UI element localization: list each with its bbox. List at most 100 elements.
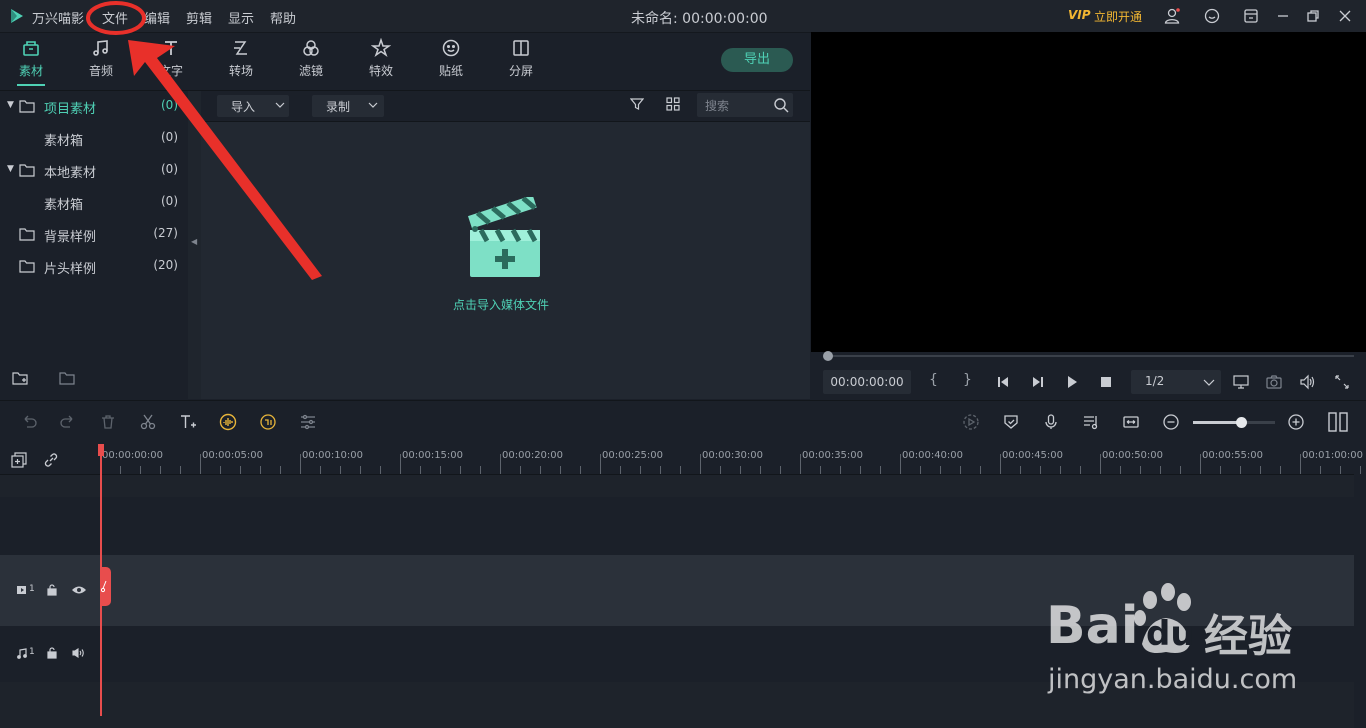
volume-icon[interactable] [1299, 374, 1315, 390]
account-icon[interactable] [1163, 7, 1181, 25]
render-preview-icon[interactable] [962, 413, 980, 431]
prev-frame-icon[interactable] [996, 375, 1010, 389]
import-media-hint[interactable]: 点击导入媒体文件 [453, 296, 549, 313]
snapshot-camera-icon[interactable] [1266, 374, 1282, 390]
add-track-icon[interactable] [11, 452, 27, 468]
tab-sticker[interactable]: 贴纸 [423, 33, 479, 89]
collapse-arrow-icon[interactable]: ◀ [191, 237, 197, 246]
speed-icon[interactable] [259, 413, 277, 431]
filter-funnel-icon[interactable] [630, 97, 644, 111]
expand-arrow-icon[interactable]: ▼ [7, 100, 14, 110]
tab-effects[interactable]: 特效 [353, 33, 409, 89]
tab-text[interactable]: 文字 [143, 33, 199, 89]
panel-collapse-handle[interactable]: ◀ [188, 91, 201, 399]
chevron-down-icon [1203, 373, 1215, 391]
zoom-slider[interactable] [1193, 417, 1275, 428]
search-input[interactable]: 搜索 [697, 93, 793, 117]
expand-arrow-icon[interactable]: ▼ [7, 164, 14, 174]
quality-select[interactable]: 1/2 [1131, 370, 1221, 394]
vip-open-link[interactable]: 立即开通 [1094, 8, 1142, 25]
close-icon[interactable] [1336, 7, 1354, 25]
menu-clip[interactable]: 剪辑 [186, 8, 212, 27]
ruler-tick [1220, 466, 1221, 474]
ruler-tick [1140, 466, 1141, 474]
playhead-handle[interactable] [98, 444, 104, 456]
empty-track-area [0, 682, 1354, 728]
tree-item-project-media[interactable]: ▼ 项目素材 (0) [0, 91, 188, 123]
delete-icon[interactable] [99, 413, 117, 431]
ruler-tick-label: 00:00:35:00 [802, 450, 864, 461]
fit-timeline-icon[interactable] [1122, 413, 1140, 431]
fullscreen-icon[interactable] [1334, 374, 1350, 390]
record-dropdown[interactable]: 录制 [312, 95, 384, 117]
mark-in-button[interactable]: { [929, 372, 938, 388]
audio-mixer-icon[interactable] [1082, 413, 1100, 431]
grid-view-icon[interactable] [666, 97, 680, 111]
split-marker[interactable] [100, 567, 111, 606]
menu-file[interactable]: 文件 [102, 8, 128, 27]
tree-item-bin[interactable]: 素材箱 (0) [0, 187, 188, 219]
new-folder-icon[interactable] [12, 371, 29, 386]
redo-icon[interactable] [59, 413, 77, 431]
export-button[interactable]: 导出 [721, 48, 793, 72]
zoom-slider-handle[interactable] [1236, 417, 1247, 428]
audio-wave-icon[interactable] [219, 413, 237, 431]
zoom-out-icon[interactable] [1162, 413, 1180, 431]
menu-help[interactable]: 帮助 [270, 8, 296, 27]
timecode-display: 00:00:00:00 [823, 370, 911, 394]
display-settings-icon[interactable] [1233, 374, 1249, 390]
undo-icon[interactable] [20, 413, 38, 431]
minimize-icon[interactable] [1274, 7, 1292, 25]
speaker-icon[interactable] [72, 648, 86, 658]
link-icon[interactable] [43, 452, 59, 468]
title-bar: 万兴喵影 文件 编辑 剪辑 显示 帮助 未命名: 00:00:00:00 VIP… [0, 0, 1366, 33]
tree-item-bin[interactable]: 素材箱 (0) [0, 123, 188, 155]
add-text-icon[interactable] [179, 413, 197, 431]
play-icon[interactable] [1065, 375, 1079, 389]
tab-split-screen[interactable]: 分屏 [493, 33, 549, 89]
folder-icon[interactable] [59, 371, 76, 386]
marker-shield-icon[interactable] [1002, 413, 1020, 431]
microphone-icon[interactable] [1042, 413, 1060, 431]
tab-audio[interactable]: 音频 [73, 33, 129, 89]
ruler-tick [720, 466, 721, 474]
search-icon[interactable] [773, 97, 789, 113]
audio-track[interactable]: 1 [0, 626, 1354, 682]
cut-scissors-icon[interactable] [139, 413, 157, 431]
tree-item-intro-samples[interactable]: 片头样例 (20) [0, 251, 188, 283]
tab-audio-label: 音频 [88, 64, 113, 78]
tree-item-local-media[interactable]: ▼ 本地素材 (0) [0, 155, 188, 187]
adjust-sliders-icon[interactable] [299, 413, 317, 431]
menu-view[interactable]: 显示 [228, 8, 254, 27]
ruler-tick-label: 00:00:00:00 [102, 450, 164, 461]
tree-item-label: 片头样例 [44, 262, 97, 277]
lock-icon[interactable] [47, 647, 57, 659]
import-dropdown[interactable]: 导入 [217, 95, 289, 117]
tab-filter[interactable]: 滤镜 [283, 33, 339, 89]
timeline-columns-icon[interactable] [1328, 412, 1348, 432]
tab-filter-label: 滤镜 [298, 64, 323, 78]
tab-media[interactable]: 素材 [3, 33, 59, 89]
tab-transition[interactable]: 转场 [213, 33, 269, 89]
ruler-tick-label: 00:00:30:00 [702, 450, 764, 461]
mark-out-button[interactable]: } [963, 372, 972, 388]
ruler-tick [300, 454, 301, 474]
lock-icon[interactable] [47, 584, 57, 596]
media-box-icon [21, 38, 41, 58]
store-icon[interactable] [1242, 7, 1260, 25]
clapperboard-icon[interactable] [467, 197, 543, 279]
tree-item-background-samples[interactable]: 背景样例 (27) [0, 219, 188, 251]
zoom-in-icon[interactable] [1287, 413, 1305, 431]
visibility-eye-icon[interactable] [72, 585, 86, 595]
video-track[interactable]: 1 [0, 555, 1354, 626]
feedback-icon[interactable] [1203, 7, 1221, 25]
next-frame-icon[interactable] [1031, 375, 1045, 389]
preview-scrubber[interactable] [829, 355, 1354, 357]
stop-icon[interactable] [1099, 375, 1113, 389]
menu-edit[interactable]: 编辑 [144, 8, 170, 27]
ruler-tick [200, 454, 201, 474]
restore-icon[interactable] [1304, 7, 1322, 25]
tree-item-count: (20) [153, 258, 178, 272]
timeline-ruler[interactable]: 00:00:00:00 00:00:05:00 00:00:10:00 00:00:1… [100, 444, 1366, 474]
scrubber-handle[interactable] [823, 351, 833, 361]
